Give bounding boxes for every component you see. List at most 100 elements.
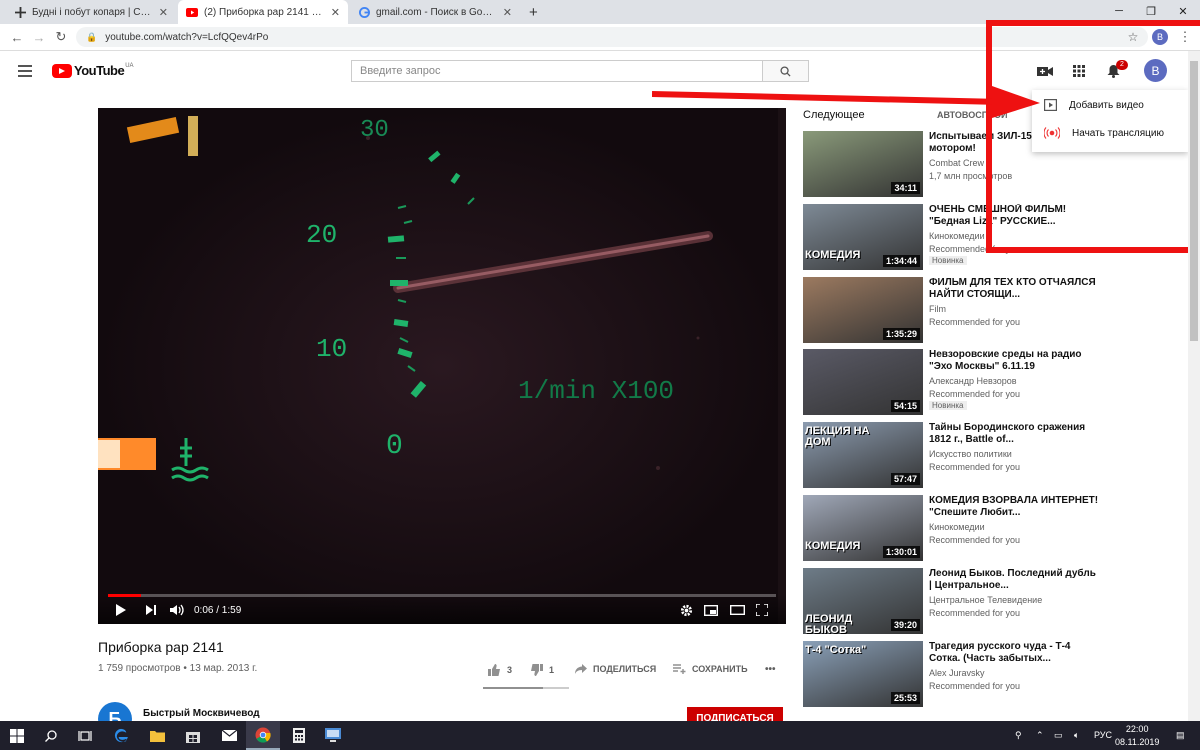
related-video-item[interactable]: Т-4 "Сотка" 25:53 Трагедия русского чуда -… [803, 640, 1103, 707]
like-button[interactable]: 3 [488, 664, 512, 676]
edge-icon[interactable] [104, 721, 138, 750]
time-display: 0:06 / 1:59 [194, 604, 242, 616]
related-video-item[interactable]: 1:35:29 ФИЛЬМ ДЛЯ ТЕХ КТО ОТЧАЯЛСЯ НАЙТИ … [803, 276, 1103, 343]
tab-google[interactable]: gmail.com - Поиск в Google ✕ [350, 0, 520, 24]
player-controls: 0:06 / 1:59 [98, 594, 786, 624]
video-thumbnail[interactable]: КОМЕДИЯ 1:30:01 [803, 495, 923, 561]
video-player[interactable]: 30 20 10 0 1/min X100 0:06 / 1:59 [98, 108, 786, 624]
minimize-icon[interactable]: ─ [1104, 0, 1134, 22]
tray-chevron-icon[interactable]: ⌃ [1036, 730, 1044, 741]
thumbnail-overlay-text: ЛЕКЦИЯ НА ДОМ [805, 425, 870, 449]
gauge-label-0: 0 [386, 431, 403, 462]
windows-start-icon[interactable] [0, 721, 34, 750]
new-badge: Новинка [929, 255, 967, 265]
video-duration: 39:20 [890, 618, 920, 631]
video-duration: 25:53 [890, 691, 920, 704]
close-tab-icon[interactable]: ✕ [331, 6, 340, 19]
related-video-channel[interactable]: Alex Juravsky [929, 668, 985, 678]
next-video-icon[interactable] [146, 603, 156, 617]
mail-icon[interactable] [212, 721, 246, 750]
speaker-icon[interactable]: 🔈︎ [1074, 730, 1079, 741]
related-video-channel[interactable]: Кинокомедии [929, 522, 985, 532]
task-view-icon[interactable] [68, 721, 102, 750]
related-video-channel[interactable]: Combat Crew [929, 158, 984, 168]
close-tab-icon[interactable]: ✕ [503, 6, 512, 19]
video-thumbnail[interactable]: 54:15 [803, 349, 923, 416]
store-icon[interactable] [176, 721, 210, 750]
gauge-unit-label: 1/min X100 [518, 376, 674, 406]
add-to-playlist-icon [673, 664, 686, 674]
youtube-favicon-icon [186, 6, 198, 18]
play-icon[interactable] [116, 603, 126, 617]
like-ratio-bar [483, 687, 569, 689]
tab-kopar[interactable]: Будні і побут копаря | Страниця ✕ [6, 0, 176, 24]
search-button[interactable] [763, 60, 809, 82]
miniplayer-icon[interactable] [704, 603, 718, 617]
calculator-icon[interactable] [282, 721, 316, 750]
channel-name[interactable]: Быстрый Москвичевод [143, 708, 260, 719]
new-tab-button[interactable]: + [524, 0, 548, 24]
volume-icon[interactable] [170, 603, 184, 617]
action-center-icon[interactable]: ▤ [1176, 730, 1185, 741]
chrome-icon[interactable] [246, 721, 280, 750]
video-thumbnail[interactable]: ЛЕОНИД БЫКОВ 39:20 [803, 567, 923, 634]
close-tab-icon[interactable]: ✕ [159, 6, 168, 19]
forward-icon[interactable]: → [30, 28, 48, 46]
related-video-title[interactable]: Тайны Бородинского сражения 1812 г., Bat… [929, 422, 1099, 446]
video-thumbnail[interactable]: 34:11 [803, 131, 923, 197]
settings-gear-icon[interactable] [680, 603, 693, 617]
video-thumbnail[interactable]: ЛЕКЦИЯ НА ДОМ 57:47 [803, 422, 923, 489]
related-video-title[interactable]: ФИЛЬМ ДЛЯ ТЕХ КТО ОТЧАЯЛСЯ НАЙТИ СТОЯЩИ.… [929, 277, 1099, 301]
people-icon[interactable]: ⚲ [1015, 730, 1022, 741]
thumbs-down-icon [531, 664, 543, 676]
save-button[interactable]: СОХРАНИТЬ [673, 664, 748, 674]
video-thumbnail[interactable]: КОМЕДИЯ 1:34:44 [803, 203, 923, 270]
dislike-button[interactable]: 1 [530, 664, 554, 676]
progress-bar[interactable] [108, 594, 776, 597]
related-video-channel[interactable]: Центральное Телевидение [929, 595, 1042, 605]
share-button[interactable]: ПОДЕЛИТЬСЯ [575, 664, 656, 674]
back-icon[interactable]: ← [8, 28, 26, 46]
related-video-title[interactable]: Трагедия русского чуда - Т-4 Сотка. (Час… [929, 641, 1099, 665]
related-video-title[interactable]: Леонид Быков. Последний дубль | Централь… [929, 568, 1099, 592]
reload-icon[interactable]: ↻ [52, 28, 70, 46]
scrollbar-thumb[interactable] [1190, 61, 1198, 341]
page-scrollbar[interactable] [1188, 51, 1200, 721]
related-video-item[interactable]: ЛЕОНИД БЫКОВ 39:20 Леонид Быков. Последний… [803, 567, 1103, 634]
annotation-highlight-box [986, 20, 1200, 253]
search-input[interactable]: Введите запрос [351, 60, 763, 82]
tab-youtube[interactable]: (2) Приборка рар 2141 - YouTube ✕ [178, 0, 348, 24]
video-duration: 34:11 [891, 182, 920, 194]
search-icon[interactable] [34, 721, 68, 750]
related-video-item[interactable]: КОМЕДИЯ 1:30:01 КОМЕДИЯ ВЗОРВАЛА ИНТЕРНЕТ!… [803, 495, 1103, 561]
related-video-channel[interactable]: Александр Невзоров [929, 376, 1017, 386]
theater-mode-icon[interactable] [730, 603, 745, 617]
more-actions-icon[interactable]: ••• [765, 664, 776, 675]
video-duration: 57:47 [890, 473, 920, 486]
file-explorer-icon[interactable] [140, 721, 174, 750]
video-duration: 1:35:29 [882, 327, 920, 340]
fullscreen-icon[interactable] [756, 603, 768, 617]
video-thumbnail[interactable]: Т-4 "Сотка" 25:53 [803, 640, 923, 707]
hamburger-menu-icon[interactable] [18, 65, 32, 77]
system-clock[interactable]: 22:00 08.11.2019 [1115, 723, 1159, 749]
search-icon [780, 65, 791, 77]
close-window-icon[interactable]: ✕ [1168, 0, 1198, 22]
related-video-channel[interactable]: Искусство политики [929, 449, 1012, 459]
gauge-label-20: 20 [306, 220, 337, 250]
related-video-channel[interactable]: Film [929, 304, 946, 314]
remote-desktop-icon[interactable] [316, 721, 350, 750]
related-video-views: Recommended for you [929, 607, 1021, 618]
related-video-item[interactable]: ЛЕКЦИЯ НА ДОМ 57:47 Тайны Бородинского сра… [803, 422, 1103, 489]
related-video-item[interactable]: 54:15 Невзоровские среды на радио "Эхо Мо… [803, 349, 1103, 416]
related-video-title[interactable]: Невзоровские среды на радио "Эхо Москвы"… [929, 349, 1099, 373]
related-video-title[interactable]: КОМЕДИЯ ВЗОРВАЛА ИНТЕРНЕТ! "Спешите Люби… [929, 495, 1099, 519]
video-thumbnail[interactable]: 1:35:29 [803, 276, 923, 343]
annotation-arrow [652, 86, 1040, 118]
network-icon[interactable]: ▭ [1054, 730, 1063, 741]
input-language[interactable]: РУС [1094, 730, 1112, 740]
related-video-views: Recommended for you [929, 389, 1021, 400]
youtube-logo[interactable]: YouTube UA [52, 63, 134, 78]
related-video-channel[interactable]: Кинокомедии [929, 231, 985, 241]
restore-icon[interactable]: ❐ [1136, 0, 1166, 22]
